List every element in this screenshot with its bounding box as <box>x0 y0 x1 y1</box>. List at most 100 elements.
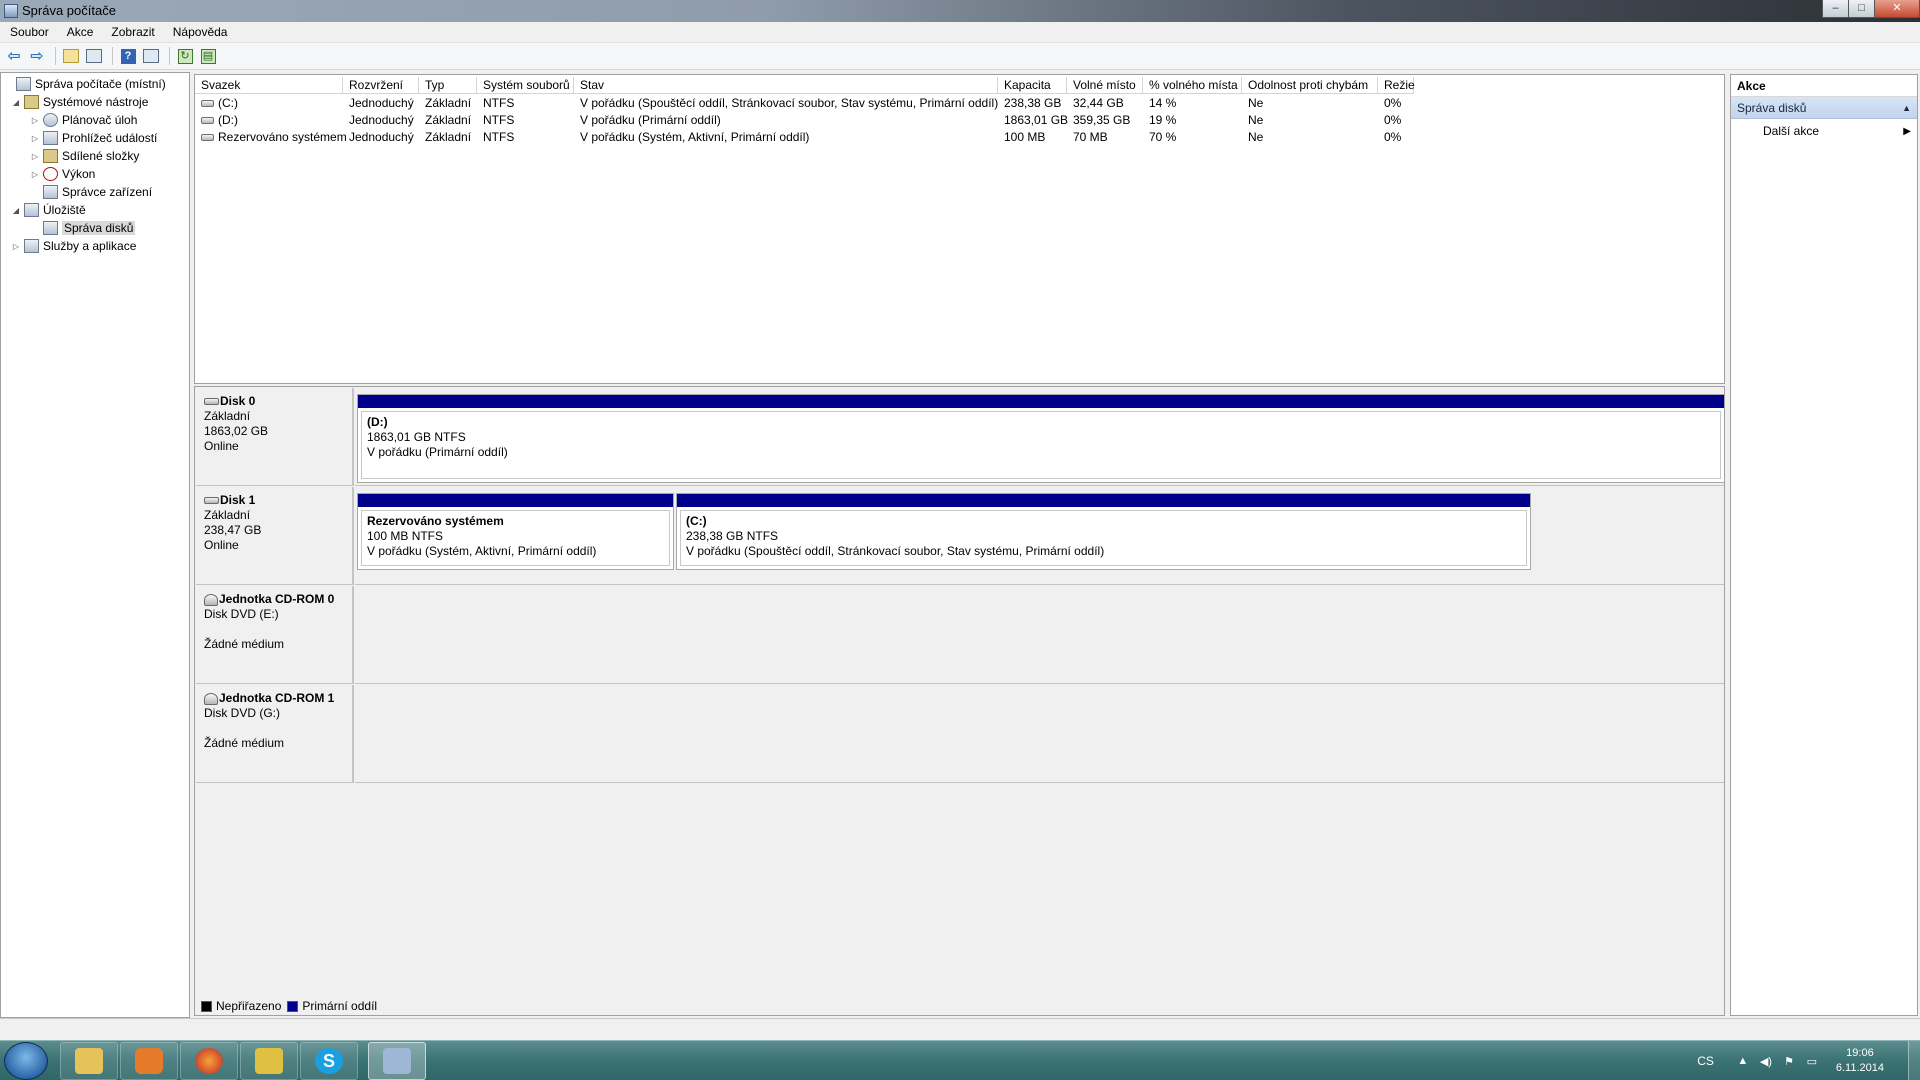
show-hide-tree-icon[interactable] <box>84 46 104 66</box>
menu-bar: Soubor Akce Zobrazit Nápověda <box>0 22 1920 43</box>
actions-title: Akce <box>1731 75 1917 97</box>
clock[interactable]: 19:06 6.11.2014 <box>1836 1046 1884 1076</box>
tree-item-event-viewer[interactable]: ▷ Prohlížeč událostí <box>30 129 157 147</box>
cdrom-1-label[interactable]: Jednotka CD-ROM 1 Disk DVD (G:) Žádné mé… <box>196 685 354 783</box>
tree-item-label: Prohlížeč událostí <box>62 131 158 145</box>
menu-akce[interactable]: Akce <box>57 25 102 39</box>
show-desktop-button[interactable] <box>1908 1041 1920 1080</box>
tree-item-label: Plánovač úloh <box>62 113 138 127</box>
menu-napoveda[interactable]: Nápověda <box>163 25 236 39</box>
fault-tolerance-cell: Ne <box>1248 113 1264 127</box>
legend-primary-partition: Primární oddíl <box>302 999 378 1013</box>
disk-status: Žádné médium <box>204 637 285 651</box>
collapse-arrow-icon[interactable]: ▲ <box>1902 103 1911 113</box>
column-header-layout[interactable]: Rozvržení <box>343 77 419 94</box>
properties-icon[interactable]: ▤ <box>198 46 218 66</box>
close-button[interactable]: ✕ <box>1874 0 1920 18</box>
window-title: Správa počítače <box>22 3 116 18</box>
back-arrow-icon[interactable]: ⇦ <box>4 46 24 66</box>
maximize-button[interactable]: □ <box>1848 0 1875 18</box>
tree-item-performance[interactable]: ▷ Výkon <box>30 165 95 183</box>
start-button[interactable] <box>4 1042 48 1080</box>
capacity-cell: 100 MB <box>1004 130 1046 144</box>
taskbar-explorer[interactable] <box>60 1042 118 1080</box>
taskbar-computer-management[interactable] <box>368 1042 426 1080</box>
hard-disk-icon <box>204 497 219 504</box>
tree-item-device-manager[interactable]: Správce zařízení <box>30 183 152 201</box>
expander[interactable]: ◢ <box>11 206 21 215</box>
tree-item-label: Výkon <box>62 167 96 181</box>
legend: Nepřiřazeno Primární oddíl <box>201 999 377 1013</box>
expander[interactable]: ▷ <box>30 170 40 179</box>
partition-system-reserved[interactable]: Rezervováno systémem 100 MB NTFS V pořád… <box>357 493 674 570</box>
expander[interactable]: ◢ <box>11 98 21 107</box>
navigation-tree: Správa počítače (místní) ◢ Systémové nás… <box>0 72 190 1018</box>
partition-status: V pořádku (Spouštěcí oddíl, Stránkovací … <box>686 544 1105 558</box>
expander[interactable]: ▷ <box>30 152 40 161</box>
more-actions-item[interactable]: Další akce ▶ <box>1731 119 1917 143</box>
column-header-percent-free[interactable]: % volného místa <box>1143 77 1242 94</box>
volume-icon <box>201 134 214 142</box>
column-header-free-space[interactable]: Volné místo <box>1067 77 1143 94</box>
forward-arrow-icon[interactable]: ⇨ <box>27 46 47 66</box>
volume-name-cell: (C:) <box>195 95 238 112</box>
disk-1-label[interactable]: Disk 1 Základní 238,47 GB Online <box>196 487 354 585</box>
disk-name-row: Jednotka CD-ROM 1 <box>204 691 344 706</box>
toolbar-separator <box>169 47 170 65</box>
file-system-cell: NTFS <box>483 96 515 110</box>
cd-drive-icon <box>204 593 218 606</box>
column-header-file-system[interactable]: Systém souborů <box>477 77 574 94</box>
expander[interactable]: ▷ <box>11 242 21 251</box>
free-space-cell: 70 MB <box>1073 130 1108 144</box>
partition-d[interactable]: (D:) 1863,01 GB NTFS V pořádku (Primární… <box>357 394 1724 483</box>
expander[interactable]: ▷ <box>30 134 40 143</box>
tree-item-storage[interactable]: ◢ Úložiště <box>11 201 86 219</box>
tree-item-task-scheduler[interactable]: ▷ Plánovač úloh <box>30 111 137 129</box>
status-cell: V pořádku (Spouštěcí oddíl, Stránkovací … <box>580 96 999 110</box>
more-actions-label: Další akce <box>1763 124 1820 138</box>
taskbar-utility[interactable] <box>240 1042 298 1080</box>
taskbar-firefox[interactable] <box>180 1042 238 1080</box>
refresh-icon[interactable]: ↻ <box>175 46 195 66</box>
volume-icon[interactable]: ◀) <box>1759 1055 1773 1068</box>
partition-c[interactable]: (C:) 238,38 GB NTFS V pořádku (Spouštěcí… <box>676 493 1531 570</box>
file-system-cell: NTFS <box>483 130 515 144</box>
legend-unallocated: Nepřiřazeno <box>216 999 282 1013</box>
show-hide-action-pane-icon[interactable] <box>141 46 161 66</box>
minimize-button[interactable]: – <box>1822 0 1849 18</box>
tree-item-computer-management[interactable]: Správa počítače (místní) <box>3 75 166 93</box>
column-header-overhead[interactable]: Režie <box>1378 77 1415 94</box>
expander[interactable]: ▷ <box>30 116 40 125</box>
menu-zobrazit[interactable]: Zobrazit <box>101 25 162 39</box>
column-header-status[interactable]: Stav <box>574 77 998 94</box>
action-center-flag-icon[interactable]: ⚑ <box>1782 1055 1796 1068</box>
disk-size <box>204 622 344 637</box>
partition-size: 100 MB NTFS <box>367 529 444 543</box>
tree-item-label: Správce zařízení <box>62 185 153 199</box>
language-indicator[interactable]: CS <box>1697 1054 1714 1068</box>
help-icon[interactable]: ? <box>118 46 138 66</box>
menu-soubor[interactable]: Soubor <box>0 25 57 39</box>
cdrom-0-label[interactable]: Jednotka CD-ROM 0 Disk DVD (E:) Žádné mé… <box>196 586 354 684</box>
system-tray: CS ▲ ◀) ⚑ ▭ 19:06 6.11.2014 <box>1697 1041 1920 1080</box>
disk-0-label[interactable]: Disk 0 Základní 1863,02 GB Online <box>196 388 354 486</box>
tree-item-disk-management[interactable]: Správa disků <box>30 219 136 237</box>
taskbar-skype[interactable]: S <box>300 1042 358 1080</box>
tree-item-services-applications[interactable]: ▷ Služby a aplikace <box>11 237 136 255</box>
file-system-cell: NTFS <box>483 113 515 127</box>
show-hidden-icons-icon[interactable]: ▲ <box>1736 1055 1750 1067</box>
services-icon <box>24 239 39 253</box>
tree-item-shared-folders[interactable]: ▷ Sdílené složky <box>30 147 139 165</box>
actions-section-disk-management[interactable]: Správa disků ▲ <box>1731 97 1917 119</box>
column-header-capacity[interactable]: Kapacita <box>998 77 1067 94</box>
column-header-type[interactable]: Typ <box>419 77 477 94</box>
tree-item-system-tools[interactable]: ◢ Systémové nástroje <box>11 93 148 111</box>
network-icon[interactable]: ▭ <box>1805 1055 1819 1068</box>
column-header-volume[interactable]: Svazek <box>195 77 343 94</box>
tree-item-label: Správa disků <box>62 221 136 235</box>
disk-type: Základní <box>204 409 251 423</box>
up-folder-icon[interactable] <box>61 46 81 66</box>
taskbar-media-player[interactable] <box>120 1042 178 1080</box>
primary-partition-bar <box>358 395 1724 408</box>
column-header-fault-tolerance[interactable]: Odolnost proti chybám <box>1242 77 1378 94</box>
